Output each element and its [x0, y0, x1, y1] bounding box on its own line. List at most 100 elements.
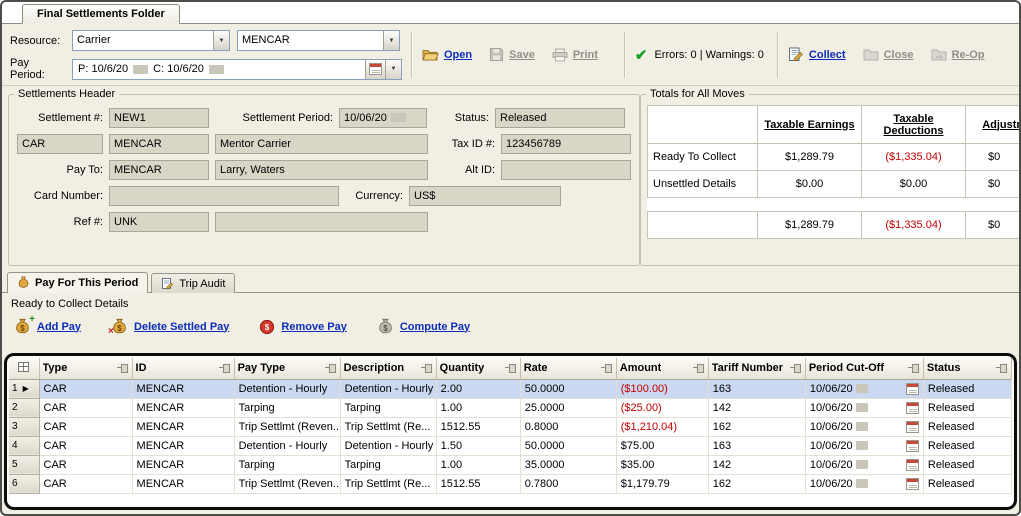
- cell-pay-type[interactable]: Detention - Hourly: [234, 379, 340, 398]
- cell-tariff-number[interactable]: 162: [708, 474, 805, 493]
- cell-quantity[interactable]: 1.00: [436, 455, 520, 474]
- column-header-status[interactable]: Status: [923, 358, 1011, 379]
- column-header-id[interactable]: ID: [132, 358, 234, 379]
- calendar-icon[interactable]: [906, 421, 919, 433]
- pin-icon[interactable]: [324, 363, 337, 374]
- row-selector[interactable]: 4: [9, 436, 39, 455]
- cell-rate[interactable]: 50.0000: [520, 436, 616, 455]
- tab-final-settlements-folder[interactable]: Final Settlements Folder: [22, 4, 180, 24]
- row-selector[interactable]: 3: [9, 417, 39, 436]
- cell-id[interactable]: MENCAR: [132, 436, 234, 455]
- cell-pay-type[interactable]: Tarping: [234, 398, 340, 417]
- cell-period-cut-off[interactable]: 10/06/20: [805, 455, 923, 474]
- column-header-pay-type[interactable]: Pay Type: [234, 358, 340, 379]
- chevron-down-icon[interactable]: ▼: [213, 31, 229, 50]
- pin-icon[interactable]: [600, 363, 613, 374]
- chevron-down-icon[interactable]: ▼: [383, 31, 399, 50]
- grid-row[interactable]: 3CARMENCARTrip Settlmt (Reven...Trip Set…: [9, 417, 1012, 436]
- cell-type[interactable]: CAR: [39, 379, 132, 398]
- cell-type[interactable]: CAR: [39, 436, 132, 455]
- cell-amount[interactable]: $75.00: [616, 436, 708, 455]
- resource-type-select[interactable]: Carrier ▼: [72, 30, 230, 51]
- tab-pay-for-this-period[interactable]: Pay For This Period: [7, 272, 148, 293]
- cell-id[interactable]: MENCAR: [132, 417, 234, 436]
- cell-amount[interactable]: ($1,210.04): [616, 417, 708, 436]
- cell-status[interactable]: Released: [923, 398, 1011, 417]
- cell-description[interactable]: Trip Settlmt (Re...: [340, 417, 436, 436]
- cell-quantity[interactable]: 1512.55: [436, 417, 520, 436]
- cell-period-cut-off[interactable]: 10/06/20: [805, 474, 923, 493]
- column-header-description[interactable]: Description: [340, 358, 436, 379]
- calendar-icon[interactable]: [906, 478, 919, 490]
- chevron-down-icon[interactable]: ▼: [385, 60, 401, 79]
- cell-rate[interactable]: 0.7800: [520, 474, 616, 493]
- cell-status[interactable]: Released: [923, 474, 1011, 493]
- column-header-type[interactable]: Type: [39, 358, 132, 379]
- pin-icon[interactable]: [995, 363, 1008, 374]
- pin-icon[interactable]: [789, 363, 802, 374]
- cell-quantity[interactable]: 1.00: [436, 398, 520, 417]
- cell-pay-type[interactable]: Detention - Hourly: [234, 436, 340, 455]
- grid-row[interactable]: 4CARMENCARDetention - HourlyDetention - …: [9, 436, 1012, 455]
- cell-type[interactable]: CAR: [39, 474, 132, 493]
- cell-id[interactable]: MENCAR: [132, 474, 234, 493]
- cell-period-cut-off[interactable]: 10/06/20: [805, 379, 923, 398]
- compute-pay-button[interactable]: $ Compute Pay: [377, 318, 470, 335]
- resource-name-select[interactable]: MENCAR ▼: [237, 30, 400, 51]
- cell-status[interactable]: Released: [923, 417, 1011, 436]
- row-selector[interactable]: 6: [9, 474, 39, 493]
- cell-type[interactable]: CAR: [39, 455, 132, 474]
- cell-type[interactable]: CAR: [39, 398, 132, 417]
- pin-icon[interactable]: [420, 363, 433, 374]
- delete-settled-pay-button[interactable]: $× Delete Settled Pay: [111, 318, 229, 335]
- pin-icon[interactable]: [218, 363, 231, 374]
- cell-type[interactable]: CAR: [39, 417, 132, 436]
- cell-period-cut-off[interactable]: 10/06/20: [805, 417, 923, 436]
- remove-pay-button[interactable]: $ Remove Pay: [259, 319, 346, 335]
- pin-icon[interactable]: [907, 363, 920, 374]
- grid-row[interactable]: 6CARMENCARTrip Settlmt (Reven...Trip Set…: [9, 474, 1012, 493]
- row-selector[interactable]: 2: [9, 398, 39, 417]
- cell-status[interactable]: Released: [923, 379, 1011, 398]
- row-selector[interactable]: 1▶: [9, 379, 39, 398]
- cell-period-cut-off[interactable]: 10/06/20: [805, 398, 923, 417]
- column-header-tariff-number[interactable]: Tariff Number: [708, 358, 805, 379]
- cell-quantity[interactable]: 2.00: [436, 379, 520, 398]
- cell-tariff-number[interactable]: 142: [708, 455, 805, 474]
- cell-tariff-number[interactable]: 162: [708, 417, 805, 436]
- cell-id[interactable]: MENCAR: [132, 398, 234, 417]
- cell-id[interactable]: MENCAR: [132, 379, 234, 398]
- cell-amount[interactable]: $35.00: [616, 455, 708, 474]
- cell-amount[interactable]: $1,179.79: [616, 474, 708, 493]
- cell-pay-type[interactable]: Tarping: [234, 455, 340, 474]
- add-pay-button[interactable]: $+ Add Pay: [14, 318, 81, 335]
- cell-description[interactable]: Trip Settlmt (Re...: [340, 474, 436, 493]
- cell-rate[interactable]: 25.0000: [520, 398, 616, 417]
- column-header-period-cut-off[interactable]: Period Cut-Off: [805, 358, 923, 379]
- cell-quantity[interactable]: 1.50: [436, 436, 520, 455]
- cell-status[interactable]: Released: [923, 436, 1011, 455]
- cell-amount[interactable]: ($25.00): [616, 398, 708, 417]
- cell-period-cut-off[interactable]: 10/06/20: [805, 436, 923, 455]
- cell-tariff-number[interactable]: 142: [708, 398, 805, 417]
- column-header-rate[interactable]: Rate: [520, 358, 616, 379]
- pin-icon[interactable]: [692, 363, 705, 374]
- cell-description[interactable]: Tarping: [340, 398, 436, 417]
- cell-status[interactable]: Released: [923, 455, 1011, 474]
- cell-pay-type[interactable]: Trip Settlmt (Reven...: [234, 474, 340, 493]
- cell-description[interactable]: Tarping: [340, 455, 436, 474]
- row-selector[interactable]: 5: [9, 455, 39, 474]
- pin-icon[interactable]: [116, 363, 129, 374]
- cell-quantity[interactable]: 1512.55: [436, 474, 520, 493]
- grid-corner-header[interactable]: [9, 358, 39, 379]
- cell-pay-type[interactable]: Trip Settlmt (Reven...: [234, 417, 340, 436]
- cell-description[interactable]: Detention - Hourly: [340, 436, 436, 455]
- calendar-icon[interactable]: [906, 440, 919, 452]
- cell-description[interactable]: Detention - Hourly: [340, 379, 436, 398]
- pin-icon[interactable]: [504, 363, 517, 374]
- cell-id[interactable]: MENCAR: [132, 455, 234, 474]
- column-header-quantity[interactable]: Quantity: [436, 358, 520, 379]
- open-button[interactable]: Open: [422, 48, 472, 62]
- pay-period-input[interactable]: P: 10/6/20 C: 10/6/20 ▼: [72, 59, 402, 80]
- tab-trip-audit[interactable]: Trip Audit: [151, 273, 235, 293]
